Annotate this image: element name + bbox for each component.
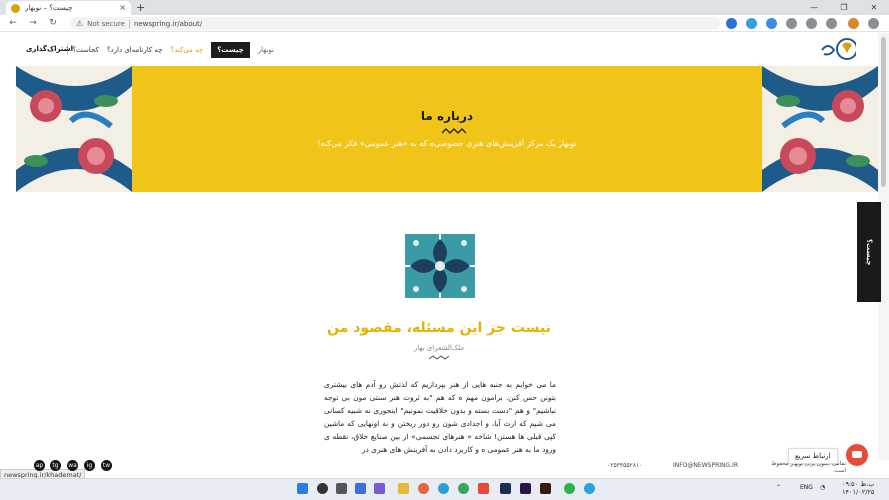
site-favicon-icon [11,3,20,13]
hero-subtitle: نوبهار یک مرکز آفرینش‌های هنری خصوصی‌ه ک… [317,139,577,148]
edge-icon[interactable] [438,483,449,494]
chrome-icon[interactable] [458,483,469,494]
twitter-icon[interactable]: tw [101,460,112,471]
nav-item-what[interactable]: چه می‌کند؟ [171,46,204,54]
clock-date: ۱۴۰۱/۰۲/۲۵ [842,488,875,496]
zigzag-divider-icon [442,128,466,134]
nav-brand[interactable]: نوبهار [258,46,274,54]
footer-email[interactable]: INFO@NEWSPRING.IR [673,462,738,469]
file-explorer-icon[interactable] [398,483,409,494]
tray-chevron-icon[interactable]: ⌃ [776,484,781,491]
tab-close-icon[interactable]: × [119,4,126,12]
scrollbar-thumb[interactable] [881,37,886,187]
telegram-app-icon[interactable] [584,483,595,494]
about-paragraph: ما می خوایم به جنبه هایی از هنر بپردازیم… [324,380,556,454]
signup-link[interactable]: اشتراک‌گذاری [26,45,73,53]
url-text: newspring.ir/about/ [133,19,203,28]
minimize-button[interactable]: — [799,0,829,15]
tab-title: چیست؟ – نوبهار [25,4,73,12]
site-footer [0,458,878,478]
address-bar[interactable]: ⚠ Not secure newspring.ir/about/ [70,17,720,30]
teams-icon[interactable] [374,483,385,494]
wifi-icon[interactable]: ◔ [820,484,825,491]
security-label: Not secure [87,19,125,28]
maximize-button[interactable]: ❐ [829,0,859,15]
side-tab-label: چیست؟ [865,238,873,266]
menu-icon[interactable] [868,18,879,29]
section-title: نیست جز این مسئله، مقصود من [327,320,551,336]
instagram-icon[interactable]: ig [84,460,95,471]
extension-icon[interactable] [766,18,777,29]
poet-credit: ملک‌الشعرای بهار [413,344,465,352]
browser-tab-bar: چیست؟ – نوبهار × + — ❐ ✕ [0,0,889,15]
favorites-icon[interactable] [786,18,797,29]
extensions-icon[interactable] [826,18,837,29]
zigzag-divider-icon [429,355,449,360]
hero-title: درباره ما [420,109,474,123]
telegram-icon[interactable]: tg [50,460,61,471]
firefox-icon[interactable] [418,483,429,494]
browser-tab[interactable]: چیست؟ – نوبهار × [6,1,131,15]
search-icon[interactable] [317,483,328,494]
tile-emblem-icon [405,234,475,298]
back-icon[interactable]: ← [4,15,22,32]
aparat-icon[interactable]: ap [34,460,45,471]
illustrator-icon[interactable] [540,483,551,494]
window-close-button[interactable]: ✕ [859,0,889,15]
persian-tile-pattern-right [762,66,878,192]
nav-item-workshops[interactable]: چه کارنامه‌ای دارد؟ [107,46,163,54]
app-icon[interactable] [478,483,489,494]
premiere-icon[interactable] [520,483,531,494]
newspring-logo-icon[interactable] [818,36,856,62]
side-tab-about[interactable]: چیست؟ [857,202,881,302]
reload-icon[interactable]: ↻ [44,15,62,32]
task-view-icon[interactable] [336,483,347,494]
taskbar-clock[interactable]: ۰۹:۵۰ ب.ظ ۱۴۰۱/۰۲/۲۵ [842,480,874,496]
whatsapp-app-icon[interactable] [564,483,575,494]
footer-phone[interactable]: ۰۲۵۳۳۵۵۲۸۱۰ [607,462,642,469]
nav-item-where[interactable]: کجاست؟ [72,46,98,54]
persian-tile-pattern-left [16,66,132,192]
forward-icon[interactable]: → [24,15,42,32]
new-tab-button[interactable]: + [136,1,145,14]
collections-icon[interactable] [806,18,817,29]
widgets-icon[interactable] [355,483,366,494]
profile-avatar[interactable] [848,18,859,29]
extension-icon[interactable] [726,18,737,29]
address-divider [128,19,130,28]
nav-item-about[interactable]: چیست؟ [211,42,250,58]
site-header: نوبهار چیست؟ چه می‌کند؟ چه کارنامه‌ای دا… [0,33,878,65]
main-nav: نوبهار چیست؟ چه می‌کند؟ چه کارنامه‌ای دا… [72,42,274,58]
hero-banner: درباره ما نوبهار یک مرکز آفرینش‌های هنری… [16,66,878,192]
language-indicator[interactable]: ENG [800,484,813,491]
warning-icon: ⚠ [76,19,84,28]
whatsapp-icon[interactable]: wa [67,460,78,471]
start-icon[interactable] [297,483,308,494]
clock-time: ۰۹:۵۰ ب.ظ [842,480,875,488]
photoshop-icon[interactable] [500,483,511,494]
chat-icon[interactable] [846,444,868,466]
extension-icon[interactable] [746,18,757,29]
browser-toolbar: ← → ↻ ⚠ Not secure newspring.ir/about/ [0,15,889,32]
quick-contact-label[interactable]: ارتباط سریع [788,448,838,464]
